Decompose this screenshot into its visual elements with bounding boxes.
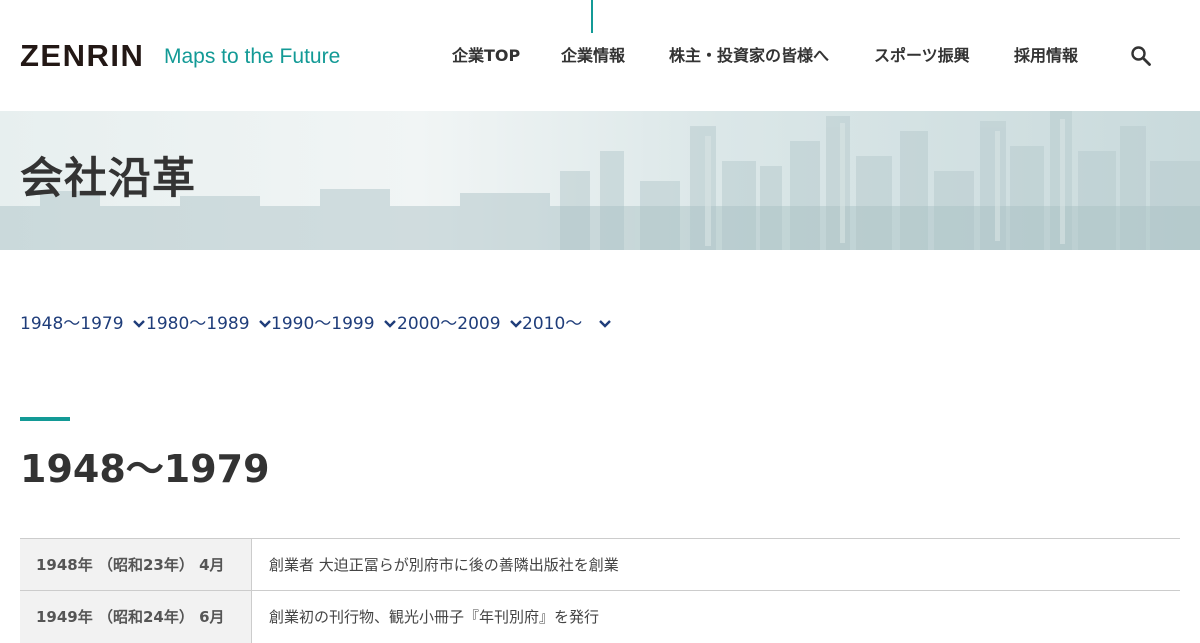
history-event: 創業者 大迫正冨らが別府市に後の善隣出版社を創業 — [269, 556, 619, 574]
chevron-down-icon — [258, 320, 271, 328]
period-link-label: 1990～1999 — [271, 314, 375, 334]
nav-item-corporate-top[interactable]: 企業TOP — [452, 44, 520, 68]
nav-item-investors[interactable]: 株主・投資家の皆様へ — [669, 44, 829, 68]
search-icon[interactable] — [1129, 44, 1153, 68]
active-nav-indicator — [591, 0, 593, 33]
history-date: 1949年 （昭和24年） 6月 — [20, 591, 252, 643]
table-row: 1949年 （昭和24年） 6月 創業初の刊行物、観光小冊子『年刊別府』を発行 — [20, 590, 1180, 643]
period-link-label: 1980～1989 — [146, 314, 250, 334]
page-title: 会社沿革 — [20, 154, 196, 204]
period-link-2010[interactable]: 2010～ — [522, 313, 612, 335]
zenrin-logo[interactable]: ZENRIN — [20, 40, 144, 72]
section-heading: 1948～1979 — [20, 447, 270, 491]
nav-item-recruit[interactable]: 採用情報 — [1014, 44, 1078, 68]
history-date: 1948年 （昭和23年） 4月 — [20, 539, 252, 591]
period-link-label: 2000～2009 — [397, 314, 501, 334]
chevron-down-icon — [599, 320, 612, 328]
chevron-down-icon — [383, 320, 396, 328]
nav-item-company-info[interactable]: 企業情報 — [561, 44, 625, 68]
site-header: ZENRIN Maps to the Future 企業TOP 企業情報 株主・… — [0, 0, 1200, 111]
page-hero: 会社沿革 — [0, 111, 1200, 250]
history-table: 1948年 （昭和23年） 4月 創業者 大迫正冨らが別府市に後の善隣出版社を創… — [20, 538, 1180, 643]
history-event: 創業初の刊行物、観光小冊子『年刊別府』を発行 — [269, 608, 600, 626]
period-link-label: 1948～1979 — [20, 314, 124, 334]
period-link-1990-1999[interactable]: 1990～1999 — [271, 313, 397, 335]
logo-tagline: Maps to the Future — [164, 45, 341, 68]
section-accent-rule — [20, 417, 70, 421]
period-link-1980-1989[interactable]: 1980～1989 — [146, 313, 272, 335]
nav-item-sports[interactable]: スポーツ振興 — [874, 44, 970, 68]
period-link-label: 2010～ — [522, 314, 583, 334]
period-link-2000-2009[interactable]: 2000～2009 — [397, 313, 523, 335]
table-row: 1948年 （昭和23年） 4月 創業者 大迫正冨らが別府市に後の善隣出版社を創… — [20, 538, 1180, 591]
chevron-down-icon — [132, 320, 145, 328]
chevron-down-icon — [509, 320, 522, 328]
period-link-1948-1979[interactable]: 1948～1979 — [20, 313, 146, 335]
